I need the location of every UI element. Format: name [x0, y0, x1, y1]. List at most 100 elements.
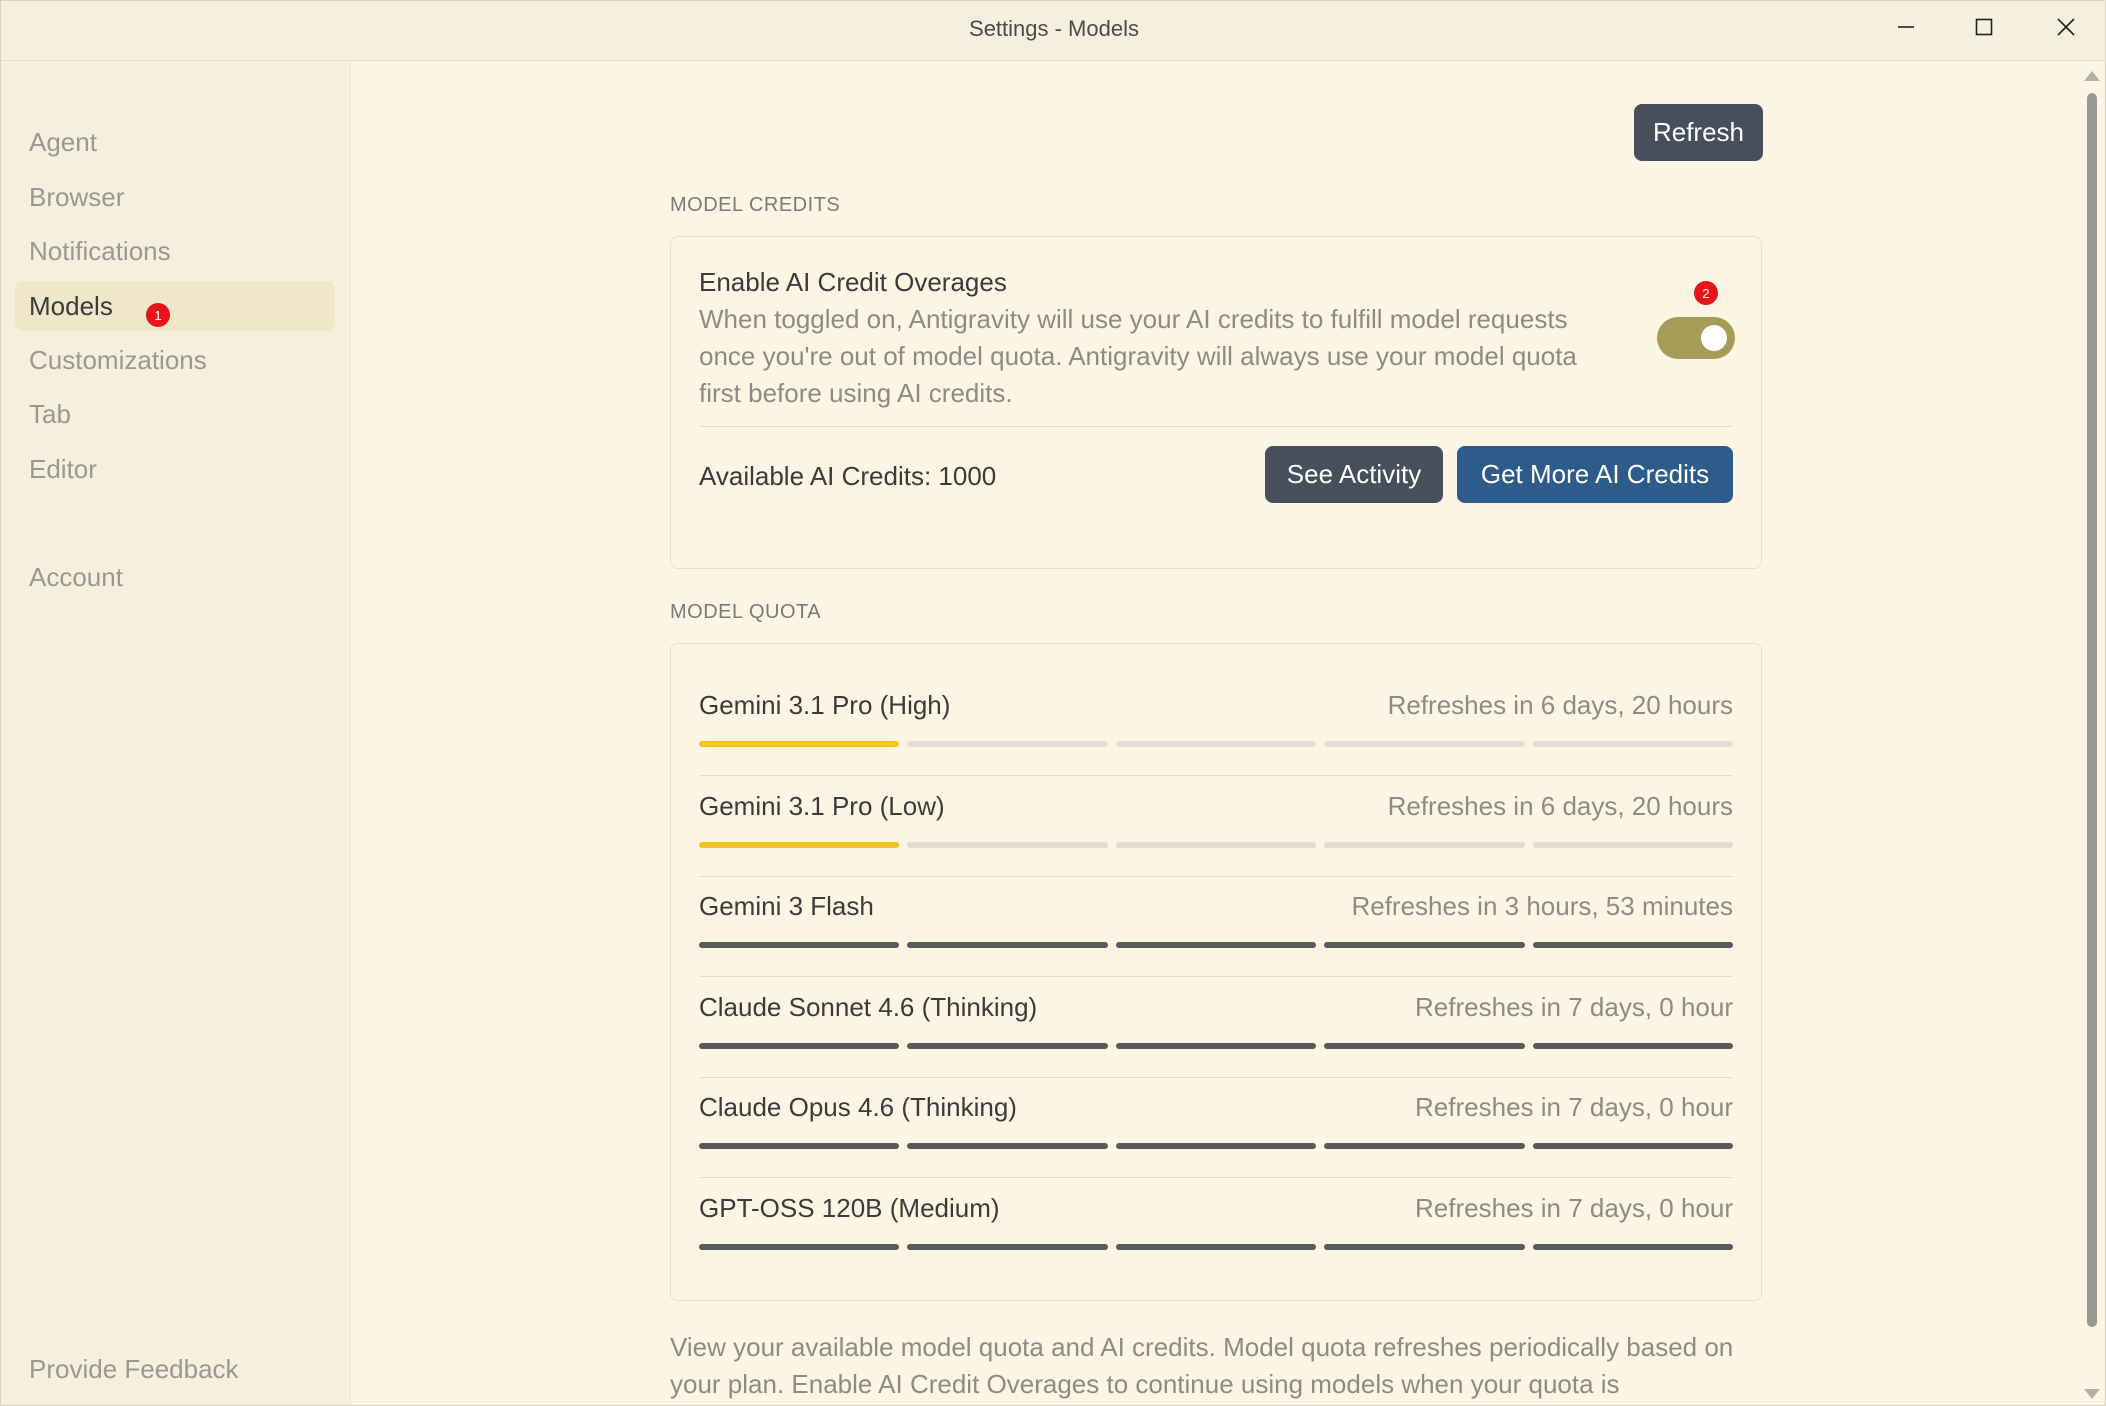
- refresh-time: Refreshes in 6 days, 20 hours: [1387, 690, 1733, 720]
- see-activity-button[interactable]: See Activity: [1265, 446, 1443, 503]
- sidebar-item-editor[interactable]: Editor: [15, 444, 335, 494]
- quota-progress-bar: [699, 1243, 1734, 1250]
- refresh-time: Refreshes in 7 days, 0 hour: [1415, 1092, 1733, 1122]
- quota-segment: [1324, 1042, 1525, 1049]
- quota-segment: [1115, 741, 1317, 747]
- quota-segment: [1324, 1143, 1525, 1149]
- divider: [699, 976, 1733, 977]
- sidebar-item-browser[interactable]: Browser: [15, 172, 335, 222]
- divider: [699, 1076, 1733, 1078]
- quota-row: GPT-OSS 120B (Medium) Refreshes in 7 days…: [699, 1192, 1734, 1293]
- quota-segment: [1324, 942, 1525, 948]
- quota-segment: [699, 1143, 900, 1149]
- maximize-icon: [1975, 18, 1993, 36]
- quota-segment: [907, 1143, 1108, 1149]
- vertical-scrollbar[interactable]: [2079, 61, 2105, 1405]
- sidebar-item-label: Browser: [29, 181, 125, 212]
- scroll-down-icon[interactable]: [2084, 1389, 2100, 1399]
- quota-segment: [1115, 1243, 1317, 1250]
- divider: [699, 875, 1733, 877]
- model-name: GPT-OSS 120B (Medium): [699, 1192, 1000, 1223]
- available-credits: Available AI Credits: 1000: [699, 461, 997, 491]
- quota-segment: [1532, 841, 1734, 848]
- quota-progress-bar: [699, 1042, 1734, 1049]
- quota-segment: [907, 942, 1108, 948]
- quota-segment: [699, 741, 900, 747]
- sidebar-item-label: Account: [29, 561, 123, 592]
- quota-segment: [1115, 1143, 1317, 1149]
- quota-segment: [699, 942, 900, 948]
- scroll-thumb[interactable]: [2087, 93, 2097, 1327]
- quota-segment: [1115, 841, 1317, 848]
- quota-segment: [699, 1042, 900, 1049]
- quota-segment: [1532, 1243, 1734, 1250]
- provide-feedback-link[interactable]: Provide Feedback: [29, 1354, 239, 1385]
- quota-segment: [1532, 1042, 1734, 1049]
- sidebar-item-label: Models: [29, 290, 113, 321]
- quota-progress-bar: [699, 741, 1734, 747]
- quota-row: Claude Sonnet 4.6 (Thinking) Refreshes in…: [699, 991, 1734, 1092]
- sidebar-item-models[interactable]: Models 1: [15, 281, 335, 331]
- credit-overages-toggle[interactable]: [1657, 317, 1735, 359]
- sidebar-item-label: Customizations: [29, 344, 207, 375]
- divider: [699, 1177, 1733, 1178]
- sidebar: Agent Browser Notifications Models 1 Cus…: [1, 61, 351, 1405]
- sidebar-item-customizations[interactable]: Customizations: [15, 335, 335, 385]
- refresh-time: Refreshes in 7 days, 0 hour: [1415, 1192, 1733, 1223]
- sidebar-item-notifications[interactable]: Notifications: [15, 226, 335, 276]
- settings-window: Settings - Models Agent Browser Notifica…: [0, 0, 2106, 1406]
- quota-row: Gemini 3.1 Pro (High) Refreshes in 6 days…: [699, 690, 1734, 790]
- overage-title: Enable AI Credit Overages: [699, 267, 1007, 297]
- quota-segment: [907, 1042, 1108, 1049]
- model-credits-heading: MODEL CREDITS: [670, 194, 841, 216]
- quota-segment: [1324, 1243, 1525, 1250]
- sidebar-item-agent[interactable]: Agent: [15, 117, 335, 167]
- refresh-time: Refreshes in 6 days, 20 hours: [1387, 790, 1733, 821]
- quota-segment: [699, 1243, 900, 1250]
- close-button[interactable]: [2031, 7, 2101, 47]
- divider: [699, 775, 1733, 776]
- quota-row: Gemini 3 Flash Refreshes in 3 hours, 53 m…: [699, 891, 1734, 991]
- minimize-button[interactable]: [1871, 7, 1941, 47]
- quota-progress-bar: [699, 942, 1734, 948]
- quota-segment: [907, 1243, 1108, 1250]
- quota-row: Gemini 3.1 Pro (Low) Refreshes in 6 days,…: [699, 790, 1734, 891]
- model-name: Gemini 3 Flash: [699, 891, 874, 921]
- quota-segment: [907, 741, 1108, 747]
- sidebar-item-label: Tab: [29, 398, 71, 429]
- refresh-button[interactable]: Refresh: [1634, 104, 1763, 161]
- quota-progress-bar: [699, 841, 1734, 848]
- quota-segment: [1324, 741, 1525, 747]
- model-name: Gemini 3.1 Pro (High): [699, 690, 951, 720]
- sidebar-item-label: Editor: [29, 453, 97, 484]
- quota-segment: [699, 841, 900, 848]
- footer-note: View your available model quota and AI c…: [670, 1332, 1734, 1399]
- divider: [699, 426, 1733, 427]
- window-title: Settings - Models: [969, 16, 1139, 41]
- scroll-up-icon[interactable]: [2084, 71, 2100, 81]
- model-quota-heading: MODEL QUOTA: [670, 601, 822, 623]
- sidebar-item-tab[interactable]: Tab: [15, 389, 335, 439]
- quota-segment: [1115, 942, 1317, 948]
- annotation-badge: 1: [146, 303, 170, 327]
- sidebar-item-account[interactable]: Account: [15, 552, 335, 602]
- quota-segment: [1532, 741, 1734, 747]
- minimize-icon: [1898, 26, 1914, 28]
- annotation-badge: 2: [1694, 281, 1718, 305]
- model-quota-card: Gemini 3.1 Pro (High) Refreshes in 6 days…: [670, 643, 1762, 1301]
- close-icon: [2057, 18, 2075, 36]
- sidebar-item-label: Agent: [29, 126, 97, 157]
- quota-segment: [907, 841, 1108, 848]
- quota-row: Claude Opus 4.6 (Thinking) Refreshes in 7…: [699, 1092, 1734, 1192]
- main-content: Refresh MODEL CREDITS Enable AI Credit O…: [352, 61, 2079, 1405]
- quota-segment: [1532, 942, 1734, 948]
- model-name: Claude Sonnet 4.6 (Thinking): [699, 991, 1038, 1022]
- get-more-credits-button[interactable]: Get More AI Credits: [1457, 446, 1733, 503]
- maximize-button[interactable]: [1949, 7, 2019, 47]
- quota-segment: [1115, 1042, 1317, 1049]
- refresh-time: Refreshes in 7 days, 0 hour: [1415, 991, 1733, 1022]
- model-name: Gemini 3.1 Pro (Low): [699, 790, 945, 821]
- quota-segment: [1532, 1143, 1734, 1149]
- refresh-time: Refreshes in 3 hours, 53 minutes: [1351, 891, 1733, 921]
- toggle-knob: [1701, 325, 1727, 351]
